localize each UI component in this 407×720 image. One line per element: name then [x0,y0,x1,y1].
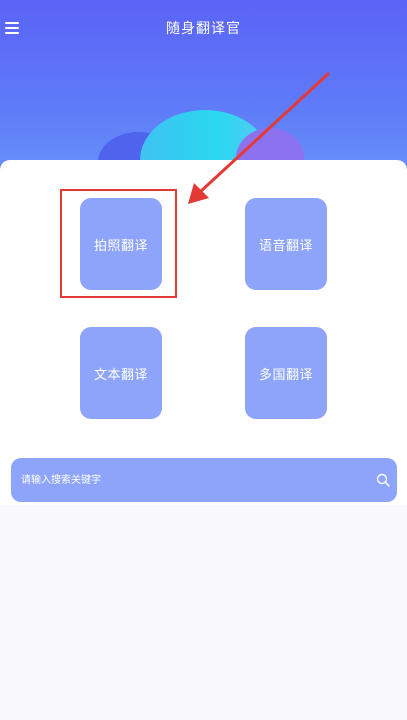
search-icon[interactable] [376,473,390,487]
photo-translate-button[interactable]: 拍照翻译 [80,198,162,290]
page-title: 随身翻译官 [166,21,241,37]
text-translate-button[interactable]: 文本翻译 [80,327,162,419]
multi-language-translate-button[interactable]: 多国翻译 [245,327,327,419]
feature-card [0,160,407,505]
voice-translate-button[interactable]: 语音翻译 [245,198,327,290]
search-bar[interactable] [11,458,397,502]
search-input[interactable] [11,458,361,502]
app-screen: 随身翻译官 拍照翻译 语音翻译 文本翻译 多国翻译 [0,0,407,720]
